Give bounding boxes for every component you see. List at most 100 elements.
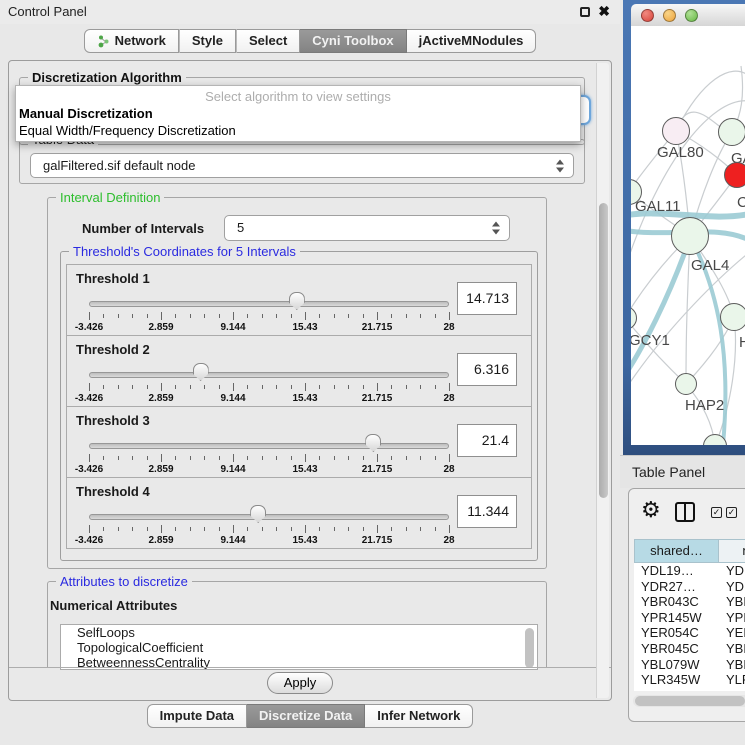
network-node[interactable] <box>724 162 745 188</box>
slider-thumb[interactable] <box>193 363 209 381</box>
slider-track[interactable] <box>89 514 449 520</box>
cell-shared-name[interactable]: YDL19… <box>634 563 719 579</box>
cell-name[interactable]: YDR2 <box>719 579 745 595</box>
cell-name[interactable]: YPR1 <box>719 610 745 626</box>
slider-track[interactable] <box>89 443 449 449</box>
cell-name[interactable]: YDL1 <box>719 563 745 579</box>
table-data-combobox[interactable]: galFiltered.sif default node <box>30 153 574 178</box>
node-label: GAL11 <box>635 198 681 215</box>
close-traffic-light-icon[interactable] <box>641 9 654 22</box>
thresholds-coordinates-group: Threshold's Coordinates for 5 Intervals … <box>60 251 538 561</box>
threshold-value-field[interactable]: 6.316 <box>457 353 517 386</box>
gear-icon[interactable]: ⚙ <box>641 497 661 523</box>
interval-definition-group: Interval Definition Number of Intervals … <box>47 197 547 569</box>
cell-name[interactable]: YER0 <box>719 625 745 641</box>
apply-button[interactable]: Apply <box>267 672 333 694</box>
close-icon[interactable]: ✖ <box>598 3 610 20</box>
table-scrollbar-thumb[interactable] <box>635 696 745 706</box>
dropdown-option-equal-width-frequency[interactable]: Equal Width/Frequency Discretization <box>16 123 580 138</box>
list-item[interactable]: TopologicalCoefficient <box>61 640 537 655</box>
tab-network[interactable]: Network <box>84 29 179 53</box>
tab-select[interactable]: Select <box>237 29 300 53</box>
threshold-value-field[interactable]: 11.344 <box>457 495 517 528</box>
network-view-window: GAL80GACGAL11GAL4GCY1HHAP2 <box>623 0 745 455</box>
slider-thumb[interactable] <box>365 434 381 452</box>
table-row[interactable]: YPR145W YPR1 <box>634 610 745 626</box>
cell-name[interactable]: YLR3 <box>719 672 745 688</box>
slider-track[interactable] <box>89 372 449 378</box>
table-horizontal-scrollbar[interactable] <box>633 695 745 707</box>
network-window-titlebar <box>631 4 745 26</box>
cell-shared-name[interactable]: YBR043C <box>634 594 719 610</box>
slider-thumb[interactable] <box>250 505 266 523</box>
tab-impute-data[interactable]: Impute Data <box>147 704 247 728</box>
cell-name[interactable]: YBR0 <box>719 641 745 657</box>
network-node[interactable] <box>675 373 697 395</box>
threshold-slider[interactable]: -3.4262.8599.14415.4321.71528 <box>89 433 449 477</box>
slider-ticks <box>89 454 449 463</box>
dropdown-prompt-item[interactable]: Select algorithm to view settings <box>16 89 580 104</box>
cell-shared-name[interactable]: YLR345W <box>634 672 719 688</box>
cell-shared-name[interactable]: YPR145W <box>634 610 719 626</box>
slider-tick-labels: -3.4262.8599.14415.4321.71528 <box>89 535 449 547</box>
table-body[interactable]: YDL19… YDL1 YDR27… YDR2 YBR043C YBR0 YPR… <box>634 563 745 691</box>
tab-jactivemnodules[interactable]: jActiveMNodules <box>407 29 537 53</box>
panel-scrollbar[interactable] <box>596 63 609 698</box>
columns-icon[interactable] <box>675 502 695 522</box>
cell-name[interactable]: YBR0 <box>719 594 745 610</box>
column-header-shared-name[interactable]: shared… <box>634 539 719 563</box>
list-scrollbar[interactable] <box>525 628 534 668</box>
cyni-toolbox-panel: Discretization Algorithm Select algorith… <box>8 60 612 701</box>
threshold-slider[interactable]: -3.4262.8599.14415.4321.71528 <box>89 504 449 548</box>
table-row[interactable]: YLR345W YLR3 <box>634 672 745 688</box>
node-label: GAL80 <box>657 144 704 161</box>
checkbox-icon[interactable]: ✓ <box>726 507 737 518</box>
slider-track[interactable] <box>89 301 449 307</box>
table-row[interactable]: YDR27… YDR2 <box>634 579 745 595</box>
list-item[interactable]: SelfLoops <box>61 625 537 640</box>
float-window-icon[interactable] <box>580 7 590 17</box>
network-node[interactable] <box>662 117 690 145</box>
tab-infer-network[interactable]: Infer Network <box>365 704 473 728</box>
cell-shared-name[interactable]: YDR27… <box>634 579 719 595</box>
dropdown-option-manual-discretization[interactable]: Manual Discretization <box>16 106 580 121</box>
cell-shared-name[interactable]: YBR045C <box>634 641 719 657</box>
numerical-attributes-list[interactable]: SelfLoopsTopologicalCoefficientBetweenne… <box>60 624 538 670</box>
threshold-slider[interactable]: -3.4262.8599.14415.4321.71528 <box>89 291 449 335</box>
right-side: GAL80GACGAL11GAL4GCY1HHAP2 Table Panel ⚙… <box>620 0 745 745</box>
zoom-traffic-light-icon[interactable] <box>685 9 698 22</box>
network-node[interactable] <box>720 303 745 331</box>
node-attribute-table: ⚙ ✓ ✓ shared… n YDL19… YDL1 YDR27… YDR2 … <box>628 488 745 722</box>
table-row[interactable]: YBL079W YBL0 <box>634 657 745 673</box>
column-header-name[interactable]: n <box>719 539 745 563</box>
table-row[interactable]: YBR043C YBR0 <box>634 594 745 610</box>
slider-ticks <box>89 525 449 534</box>
threshold-value-field[interactable]: 14.713 <box>457 282 517 315</box>
tab-cyni-toolbox[interactable]: Cyni Toolbox <box>300 29 406 53</box>
minimize-traffic-light-icon[interactable] <box>663 9 676 22</box>
checkbox-icon[interactable]: ✓ <box>711 507 722 518</box>
table-row[interactable]: YDL19… YDL1 <box>634 563 745 579</box>
network-node[interactable] <box>671 217 709 255</box>
tab-discretize-data[interactable]: Discretize Data <box>247 704 365 728</box>
threshold-slider[interactable]: -3.4262.8599.14415.4321.71528 <box>89 362 449 406</box>
attributes-group: Attributes to discretize Numerical Attri… <box>47 581 547 668</box>
cell-name[interactable]: YBL0 <box>719 657 745 673</box>
thresholds-stack: Threshold 1 -3.4262.8599.14415.4321.7152… <box>66 265 532 549</box>
slider-thumb[interactable] <box>289 292 305 310</box>
cell-shared-name[interactable]: YER054C <box>634 625 719 641</box>
threshold-value-field[interactable]: 21.4 <box>457 424 517 457</box>
tab-style[interactable]: Style <box>180 29 236 53</box>
cell-shared-name[interactable]: YIL052C <box>634 688 719 691</box>
cell-name[interactable]: YIL0 <box>719 688 745 691</box>
table-row[interactable]: YIL052C YIL0 <box>634 688 745 691</box>
table-row[interactable]: YER054C YER0 <box>634 625 745 641</box>
cell-shared-name[interactable]: YBL079W <box>634 657 719 673</box>
panel-scrollbar-thumb[interactable] <box>599 203 608 498</box>
network-node[interactable] <box>718 118 745 146</box>
threshold-label: Threshold 4 <box>76 484 150 499</box>
number-of-intervals-spinner[interactable]: 5 <box>224 215 510 241</box>
network-canvas[interactable]: GAL80GACGAL11GAL4GCY1HHAP2 <box>631 26 745 445</box>
tab-style-label: Style <box>192 30 223 52</box>
table-row[interactable]: YBR045C YBR0 <box>634 641 745 657</box>
